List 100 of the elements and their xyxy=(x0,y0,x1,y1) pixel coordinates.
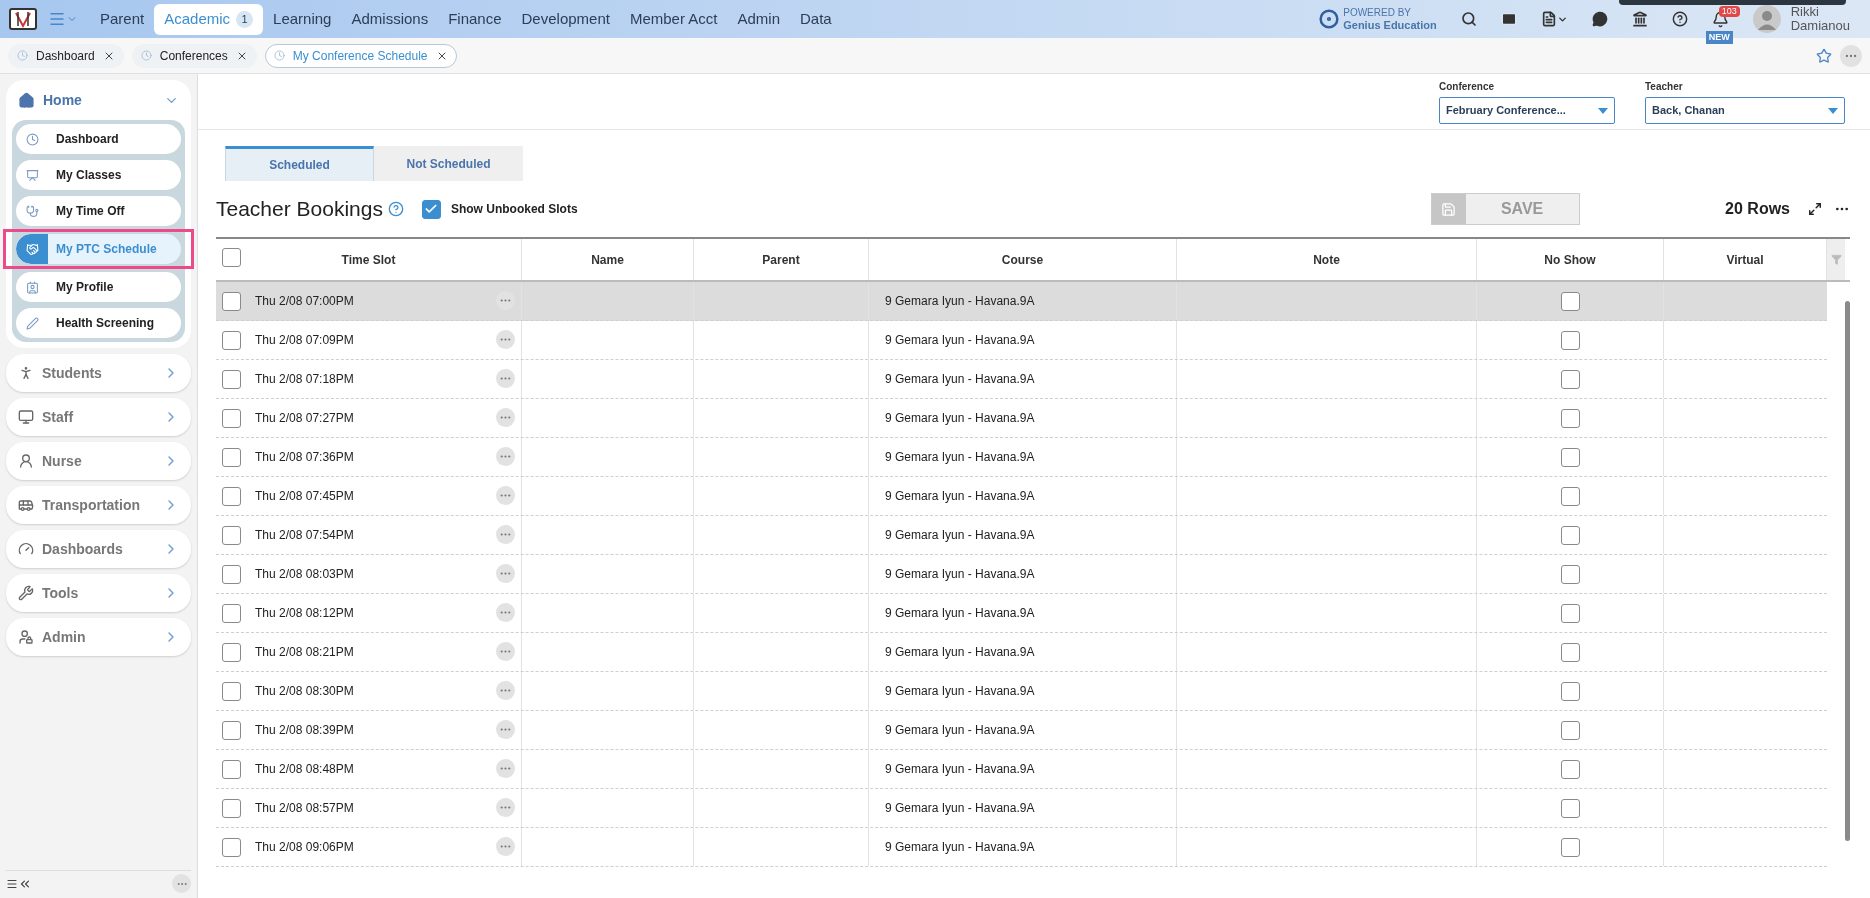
table-row[interactable]: Thu 2/08 08:03PM 9 Gemara Iyun - Havana.9A xyxy=(216,555,1827,594)
search-icon[interactable] xyxy=(1460,11,1477,27)
more-button[interactable] xyxy=(496,329,515,349)
no-show-checkbox[interactable] xyxy=(1560,798,1580,818)
table-row[interactable]: Thu 2/08 08:30PM 9 Gemara Iyun - Havana.9A xyxy=(216,672,1827,711)
row-checkbox[interactable] xyxy=(222,720,241,740)
page-tab[interactable]: My Conference Schedule xyxy=(264,43,457,68)
filter-dropdown[interactable]: February Conference... xyxy=(1439,97,1615,124)
row-checkbox[interactable] xyxy=(222,759,241,779)
sidebar-section[interactable]: Home xyxy=(6,80,191,120)
document-menu-icon[interactable] xyxy=(1540,11,1568,27)
favorite-star-icon[interactable] xyxy=(1816,47,1832,64)
view-tab[interactable]: Scheduled xyxy=(225,146,374,181)
nav-tab[interactable]: Finance xyxy=(438,3,512,35)
page-tab[interactable]: Dashboard xyxy=(8,43,124,68)
no-show-checkbox[interactable] xyxy=(1560,291,1580,311)
more-button[interactable] xyxy=(496,797,515,817)
column-header[interactable]: Course xyxy=(869,239,1177,280)
table-row[interactable]: Thu 2/08 07:18PM 9 Gemara Iyun - Havana.9A xyxy=(216,360,1827,399)
no-show-checkbox[interactable] xyxy=(1560,369,1580,389)
more-button[interactable] xyxy=(496,680,515,700)
nav-tab[interactable]: Development xyxy=(511,3,620,35)
sidebar-section[interactable]: Students xyxy=(6,354,191,392)
column-header[interactable]: No Show xyxy=(1477,239,1664,280)
building-icon[interactable] xyxy=(1631,11,1648,27)
expand-icon[interactable] xyxy=(1808,202,1822,216)
no-show-checkbox[interactable] xyxy=(1560,642,1580,662)
row-checkbox[interactable] xyxy=(222,837,241,857)
sidebar-section[interactable]: Dashboards xyxy=(6,530,191,568)
nav-tab[interactable]: Admissions xyxy=(341,3,439,35)
table-row[interactable]: Thu 2/08 07:27PM 9 Gemara Iyun - Havana.9A xyxy=(216,399,1827,438)
sidebar-item[interactable]: My Time Off xyxy=(16,196,181,226)
sidebar-section[interactable]: Staff xyxy=(6,398,191,436)
table-row[interactable]: Thu 2/08 08:48PM 9 Gemara Iyun - Havana.9A xyxy=(216,750,1827,789)
row-checkbox[interactable] xyxy=(222,525,241,545)
mail-icon[interactable] xyxy=(1500,11,1517,27)
more-button[interactable] xyxy=(496,563,515,583)
no-show-checkbox[interactable] xyxy=(1560,330,1580,350)
view-tab[interactable]: Not Scheduled xyxy=(374,146,523,181)
table-row[interactable]: Thu 2/08 08:39PM 9 Gemara Iyun - Havana.9A xyxy=(216,711,1827,750)
nav-tab[interactable]: Data xyxy=(790,3,842,35)
row-checkbox[interactable] xyxy=(222,681,241,701)
help-icon[interactable] xyxy=(1671,11,1688,27)
row-checkbox[interactable] xyxy=(222,486,241,506)
show-unbooked-checkbox[interactable] xyxy=(421,199,441,219)
column-header[interactable]: Parent xyxy=(694,239,869,280)
row-checkbox[interactable] xyxy=(222,291,241,311)
no-show-checkbox[interactable] xyxy=(1560,447,1580,467)
nav-tab[interactable]: Member Acct xyxy=(619,3,728,35)
avatar-icon[interactable] xyxy=(1752,5,1781,33)
nav-tab[interactable]: Parent xyxy=(90,3,155,35)
no-show-checkbox[interactable] xyxy=(1560,525,1580,545)
no-show-checkbox[interactable] xyxy=(1560,486,1580,506)
more-button[interactable] xyxy=(496,524,515,544)
chat-icon[interactable] xyxy=(1591,11,1608,27)
no-show-checkbox[interactable] xyxy=(1560,603,1580,623)
row-checkbox[interactable] xyxy=(222,603,241,623)
menu-icon[interactable] xyxy=(48,10,78,28)
sidebar-section[interactable]: Admin xyxy=(6,618,191,656)
more-button[interactable] xyxy=(1840,44,1862,67)
more-button[interactable] xyxy=(496,836,515,856)
more-button[interactable] xyxy=(172,874,191,893)
sidebar-item[interactable]: Health Screening xyxy=(16,308,181,338)
more-button[interactable] xyxy=(496,641,515,661)
nav-tab[interactable]: Admin xyxy=(727,3,790,35)
nav-tab[interactable]: Academic 1 xyxy=(154,3,264,35)
more-button[interactable] xyxy=(496,446,515,466)
column-header[interactable]: Time Slot xyxy=(216,239,522,280)
no-show-checkbox[interactable] xyxy=(1560,720,1580,740)
nav-tab[interactable]: Learning xyxy=(263,3,342,35)
no-show-checkbox[interactable] xyxy=(1560,837,1580,857)
table-row[interactable]: Thu 2/08 08:57PM 9 Gemara Iyun - Havana.9A xyxy=(216,789,1827,828)
no-show-checkbox[interactable] xyxy=(1560,564,1580,584)
sidebar-section[interactable]: Nurse xyxy=(6,442,191,480)
sidebar-section[interactable]: Tools xyxy=(6,574,191,612)
column-header[interactable]: Name xyxy=(522,239,694,280)
row-checkbox[interactable] xyxy=(222,369,241,389)
table-row[interactable]: Thu 2/08 08:12PM 9 Gemara Iyun - Havana.9A xyxy=(216,594,1827,633)
sidebar-section[interactable]: Transportation xyxy=(6,486,191,524)
page-tab[interactable]: Conferences xyxy=(131,43,257,68)
column-header[interactable]: Note xyxy=(1177,239,1477,280)
table-row[interactable]: Thu 2/08 07:09PM 9 Gemara Iyun - Havana.9A xyxy=(216,321,1827,360)
more-button[interactable] xyxy=(496,758,515,778)
row-checkbox[interactable] xyxy=(222,798,241,818)
more-button[interactable] xyxy=(496,407,515,427)
select-all-checkbox[interactable] xyxy=(222,247,241,267)
filter-dropdown[interactable]: Back, Chanan xyxy=(1645,97,1845,124)
more-button[interactable] xyxy=(496,368,515,388)
table-row[interactable]: Thu 2/08 07:36PM 9 Gemara Iyun - Havana.9A xyxy=(216,438,1827,477)
table-row[interactable]: Thu 2/08 09:06PM 9 Gemara Iyun - Havana.9A xyxy=(216,828,1827,867)
table-row[interactable]: Thu 2/08 07:00PM 9 Gemara Iyun - Havana.9A xyxy=(216,282,1827,321)
table-row[interactable]: Thu 2/08 07:45PM 9 Gemara Iyun - Havana.9A xyxy=(216,477,1827,516)
row-checkbox[interactable] xyxy=(222,447,241,467)
row-checkbox[interactable] xyxy=(222,408,241,428)
sidebar-item[interactable]: My Classes xyxy=(16,160,181,190)
more-button[interactable] xyxy=(496,485,515,505)
row-checkbox[interactable] xyxy=(222,642,241,662)
no-show-checkbox[interactable] xyxy=(1560,759,1580,779)
more-button[interactable] xyxy=(496,602,515,622)
no-show-checkbox[interactable] xyxy=(1560,408,1580,428)
